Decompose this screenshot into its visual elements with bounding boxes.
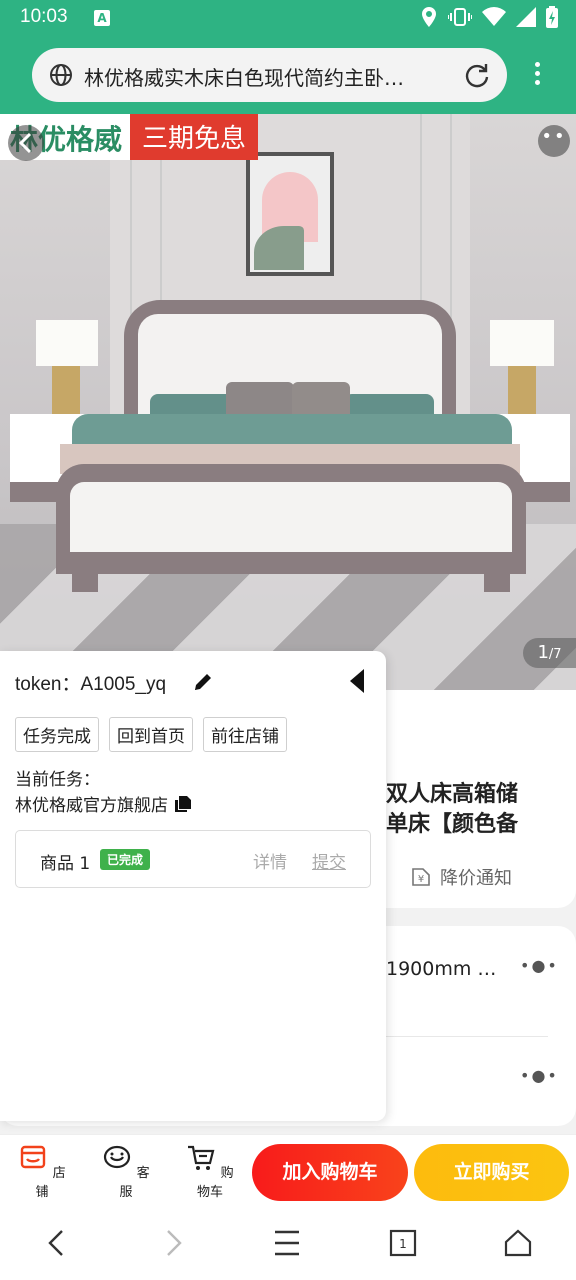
signal-icon bbox=[516, 7, 536, 27]
task-detail-link[interactable]: 详情 bbox=[253, 848, 287, 873]
address-bar[interactable]: 林优格威实木床白色现代简约主卧… bbox=[32, 48, 507, 102]
product-title-line2: 单床【颜色备 bbox=[386, 812, 519, 837]
current-task-label: 当前任务： bbox=[15, 770, 100, 790]
store-name: 林优格威官方旗舰店 bbox=[15, 796, 168, 816]
page-title: 林优格威实木床白色现代简约主卧… bbox=[84, 66, 404, 90]
svg-text:¥: ¥ bbox=[418, 874, 424, 885]
buy-now-button[interactable]: 立即购买 bbox=[414, 1144, 569, 1201]
product-title: 双人床高箱储 单床【颜色备 bbox=[386, 780, 576, 840]
collapse-triangle-icon[interactable] bbox=[348, 667, 366, 695]
painting-illustration bbox=[246, 152, 334, 276]
back-to-home-button[interactable]: 回到首页 bbox=[109, 717, 193, 752]
menu-icon[interactable] bbox=[272, 1228, 302, 1258]
status-icons bbox=[420, 6, 558, 28]
cart-icon bbox=[188, 1145, 215, 1170]
home-icon[interactable] bbox=[503, 1228, 533, 1258]
task-panel: token：A1005_yq 任务完成 回到首页 前往店铺 当前任务： 林优格威… bbox=[0, 651, 386, 1121]
status-badge: 已完成 bbox=[100, 849, 151, 870]
task-submit-link[interactable]: 提交 bbox=[312, 848, 346, 873]
task-item: 商品 1 已完成 详情 提交 bbox=[15, 830, 371, 888]
browser-nav-bar: 1 bbox=[0, 1208, 576, 1280]
location-icon bbox=[422, 7, 436, 27]
product-action-bar: 店铺 客服 购物车 加入购物车 立即购买 bbox=[0, 1134, 576, 1208]
status-time: 10:03 bbox=[20, 6, 68, 27]
image-counter-current: 1 bbox=[537, 642, 549, 663]
price-notify-button[interactable]: ¥ 降价通知 bbox=[410, 864, 512, 890]
tabs-icon[interactable]: 1 bbox=[388, 1228, 418, 1258]
product-title-line1: 双人床高箱储 bbox=[386, 782, 519, 807]
cart-tab[interactable]: 购物车 bbox=[180, 1143, 240, 1200]
token-value: A1005_yq bbox=[80, 674, 167, 695]
wifi-icon bbox=[482, 7, 506, 27]
price-tag-icon: ¥ bbox=[412, 868, 430, 886]
back-button[interactable] bbox=[8, 125, 44, 161]
image-counter: 1/7 bbox=[523, 638, 576, 668]
copy-icon[interactable] bbox=[174, 795, 192, 813]
spec-value[interactable]: 1900mm … bbox=[386, 958, 496, 980]
chat-icon bbox=[104, 1145, 131, 1169]
price-notify-label: 降价通知 bbox=[440, 868, 512, 889]
more-dots-icon[interactable]: •●• bbox=[520, 956, 559, 975]
more-dots-icon[interactable]: •●• bbox=[520, 1066, 559, 1085]
promo-badge: 三期免息 bbox=[130, 114, 259, 160]
browser-menu-icon[interactable] bbox=[527, 60, 547, 90]
go-to-store-button[interactable]: 前往店铺 bbox=[203, 717, 287, 752]
token-label: token： bbox=[15, 674, 81, 695]
status-bar: 10:03 A bbox=[0, 0, 576, 36]
svg-text:1: 1 bbox=[399, 1237, 407, 1251]
customer-service-tab[interactable]: 客服 bbox=[96, 1143, 156, 1200]
task-complete-button[interactable]: 任务完成 bbox=[15, 717, 99, 752]
vibrate-icon bbox=[448, 8, 472, 26]
product-image[interactable] bbox=[0, 114, 576, 690]
pencil-icon[interactable] bbox=[192, 671, 214, 693]
add-to-cart-button[interactable]: 加入购物车 bbox=[252, 1144, 408, 1201]
image-counter-total: /7 bbox=[548, 647, 562, 662]
more-options-button[interactable]: •• bbox=[538, 125, 570, 157]
reload-icon[interactable] bbox=[463, 61, 491, 89]
panel-buttons: 任务完成 回到首页 前往店铺 bbox=[15, 717, 287, 752]
store-icon bbox=[21, 1145, 46, 1169]
battery-icon bbox=[546, 6, 558, 28]
chevron-left-icon bbox=[18, 132, 32, 154]
current-task-store: 林优格威官方旗舰店 bbox=[15, 791, 192, 816]
globe-icon bbox=[50, 64, 72, 86]
back-arrow-icon[interactable] bbox=[42, 1228, 72, 1258]
browser-top: 10:03 A 林优格威实木床白色现代简约主卧… bbox=[0, 0, 576, 114]
task-name: 商品 1 bbox=[40, 854, 91, 874]
screen: { "status": { "time": "10:03", "badge": … bbox=[0, 0, 576, 1280]
notification-a-icon: A bbox=[94, 10, 110, 26]
store-tab[interactable]: 店铺 bbox=[12, 1143, 72, 1200]
forward-arrow-icon[interactable] bbox=[158, 1228, 188, 1258]
token-row: token：A1005_yq bbox=[15, 669, 166, 696]
bed-footboard bbox=[56, 464, 526, 574]
